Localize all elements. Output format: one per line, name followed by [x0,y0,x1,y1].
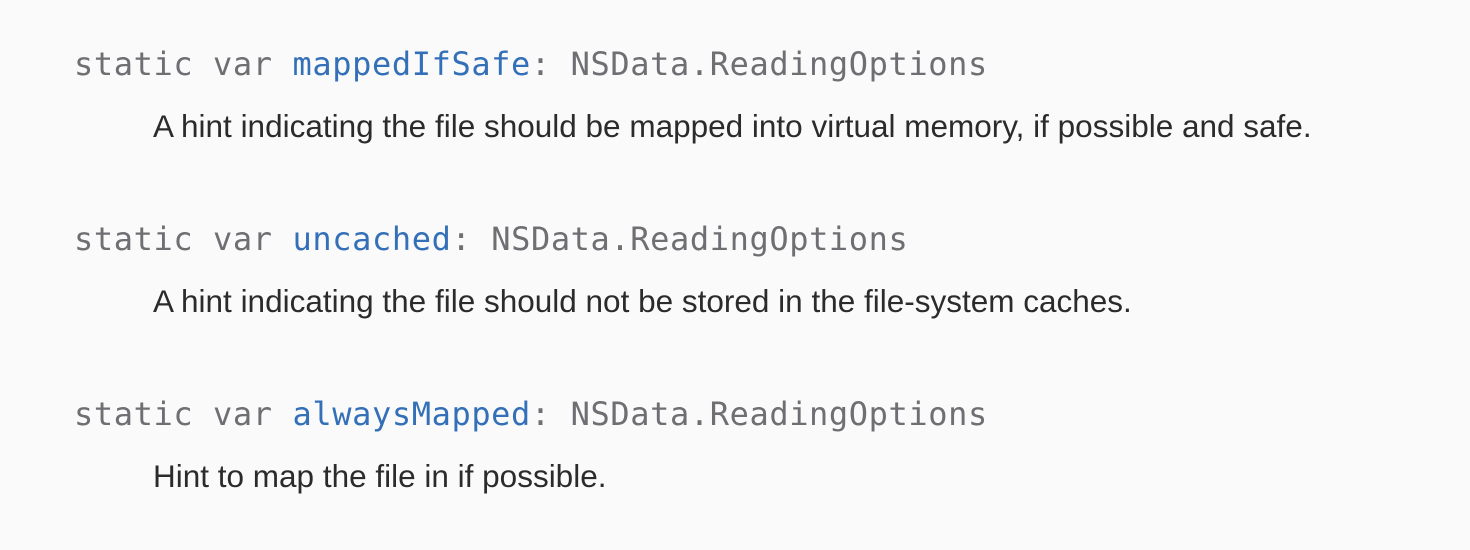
symbol-link-uncached[interactable]: uncached [293,220,452,258]
symbol-link-mappedIfSafe[interactable]: mappedIfSafe [293,45,531,83]
signature-type: NSData.ReadingOptions [570,395,988,433]
topic-abstract: Hint to map the file in if possible. [153,458,607,494]
topic-uncached: static var uncached: NSData.ReadingOptio… [74,219,1132,321]
topic-abstract: A hint indicating the file should be map… [153,108,1312,144]
symbol-link-alwaysMapped[interactable]: alwaysMapped [293,395,531,433]
topic-alwaysMapped: static var alwaysMapped: NSData.ReadingO… [74,394,988,496]
topic-mappedIfSafe: static var mappedIfSafe: NSData.ReadingO… [74,44,1312,146]
signature-separator: : [530,45,551,83]
topic-abstract: A hint indicating the file should not be… [153,283,1132,319]
signature-separator: : [451,220,472,258]
signature-type: NSData.ReadingOptions [491,220,909,258]
topic-signature: static var uncached: NSData.ReadingOptio… [74,219,1132,259]
topic-signature: static var mappedIfSafe: NSData.ReadingO… [74,44,1312,84]
signature-separator: : [530,395,551,433]
signature-keyword: static var [74,45,273,83]
signature-type: NSData.ReadingOptions [570,45,988,83]
signature-keyword: static var [74,395,273,433]
documentation-topics-list: static var mappedIfSafe: NSData.ReadingO… [0,0,1470,550]
signature-keyword: static var [74,220,273,258]
topic-signature: static var alwaysMapped: NSData.ReadingO… [74,394,988,434]
